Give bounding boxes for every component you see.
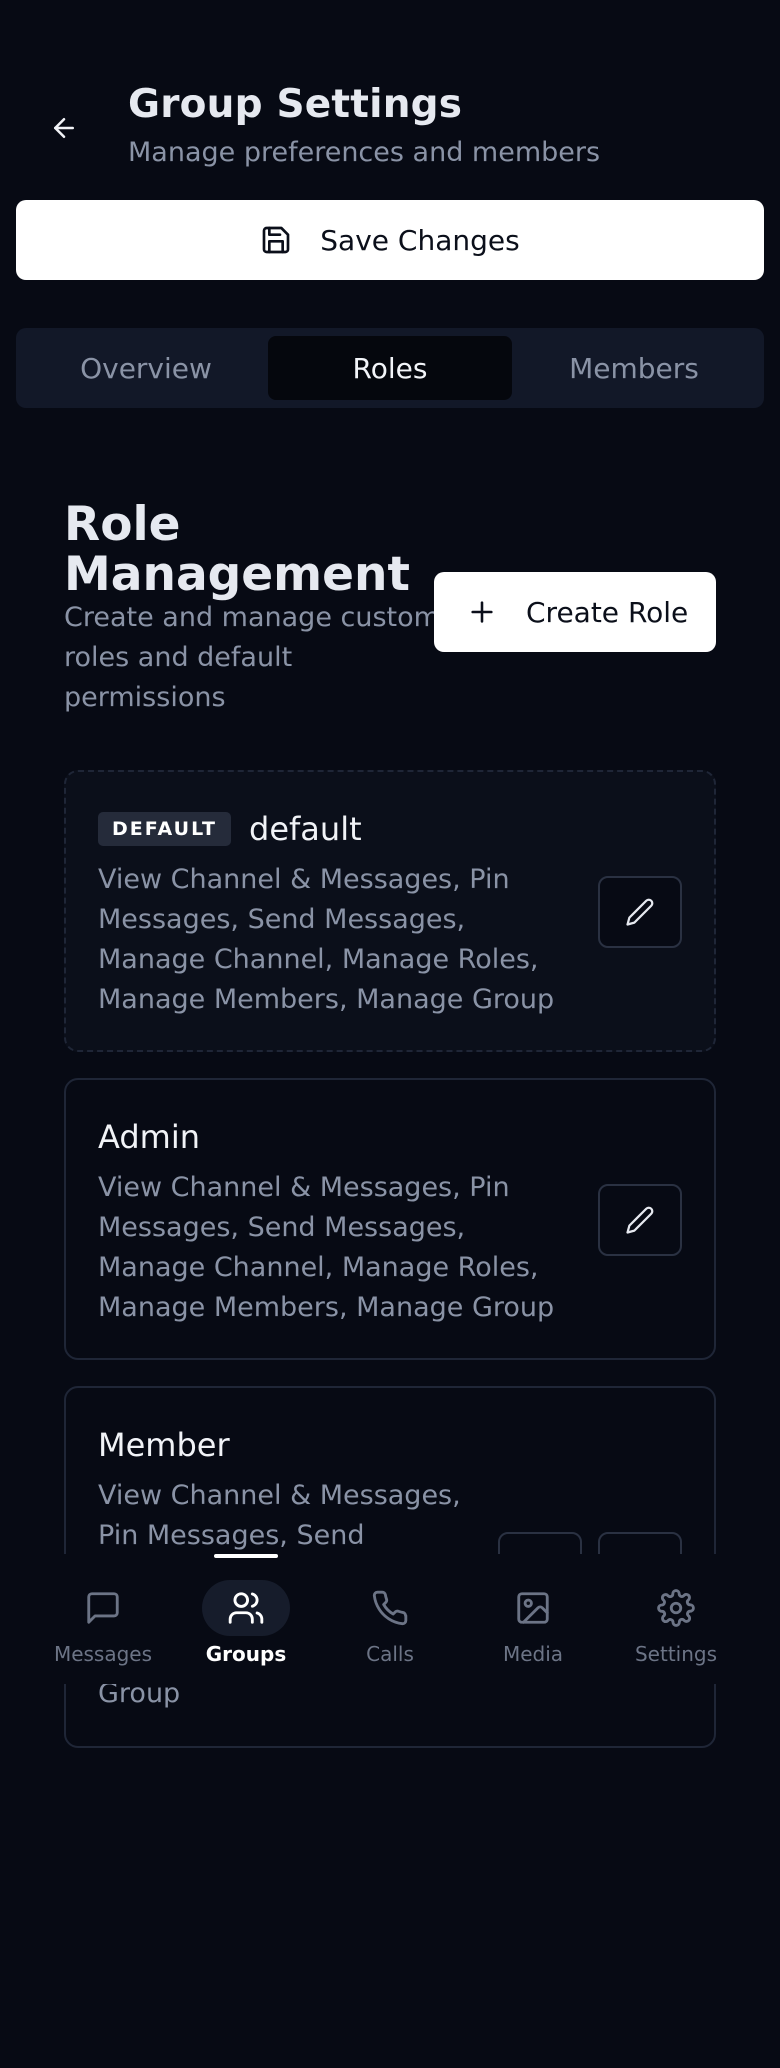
nav-label: Settings (634, 1642, 718, 1666)
nav-calls[interactable]: Calls (325, 1580, 455, 1680)
edit-role-button[interactable] (598, 1184, 682, 1256)
role-permissions: View Channel & Messages, Pin Messages, S… (98, 1172, 555, 1323)
nav-messages[interactable]: Messages (38, 1580, 168, 1680)
role-permissions: View Channel & Messages, Pin Messages, S… (98, 1480, 461, 1551)
nav-icon-container (59, 1580, 147, 1636)
role-name: Member (98, 1426, 230, 1464)
role-card-header: Admin (98, 1118, 200, 1156)
role-permissions: View Channel & Messages, Pin Messages, S… (98, 864, 555, 1015)
tab-roles[interactable]: Roles (268, 336, 512, 400)
message-icon (87, 1592, 119, 1624)
users-icon (228, 1592, 264, 1624)
default-badge: DEFAULT (98, 812, 232, 846)
section-description: Create and manage custom roles and defau… (64, 602, 440, 713)
pencil-icon (626, 1206, 654, 1234)
nav-label: Groups (205, 1642, 287, 1666)
nav-icon-container (489, 1580, 577, 1636)
save-changes-label: Save Changes (320, 223, 520, 257)
back-button[interactable] (40, 104, 88, 152)
group-settings-page: Group Settings Manage preferences and me… (0, 0, 780, 2068)
header: Group Settings Manage preferences and me… (0, 0, 780, 190)
image-icon (517, 1592, 549, 1624)
plus-icon (471, 601, 493, 623)
tab-overview[interactable]: Overview (24, 336, 268, 400)
nav-label: Media (502, 1642, 564, 1666)
nav-icon-container (346, 1580, 434, 1636)
nav-groups[interactable]: Groups (181, 1580, 311, 1680)
active-tab-indicator (214, 1554, 278, 1558)
role-name: Admin (98, 1118, 200, 1156)
role-card-default: DEFAULT default View Channel & Messages,… (64, 770, 716, 1052)
pencil-icon (626, 898, 654, 926)
create-role-button[interactable]: Create Role (434, 572, 716, 652)
page-subtitle: Manage preferences and members (128, 137, 601, 168)
save-changes-button[interactable]: Save Changes (16, 200, 764, 280)
role-name: default (249, 810, 362, 848)
nav-icon-container (632, 1580, 720, 1636)
page-title: Group Settings (128, 82, 463, 127)
role-card-header: Member (98, 1426, 230, 1464)
tab-members[interactable]: Members (512, 336, 756, 400)
nav-icon-container (202, 1580, 290, 1636)
gear-icon (657, 1589, 695, 1627)
bottom-navigation: Messages Groups Calls Media Settings (0, 1554, 780, 1684)
section-title: Role Management (64, 497, 410, 602)
nav-label: Messages (53, 1642, 153, 1666)
edit-role-button[interactable] (598, 876, 682, 948)
nav-settings[interactable]: Settings (611, 1580, 741, 1680)
role-card-admin: Admin View Channel & Messages, Pin Messa… (64, 1078, 716, 1360)
arrow-left-icon (54, 118, 74, 138)
nav-label: Calls (366, 1642, 414, 1666)
role-card-header: DEFAULT default (98, 810, 362, 848)
settings-tabs: Overview Roles Members (16, 328, 764, 408)
phone-icon (372, 1590, 408, 1626)
save-icon (262, 226, 290, 254)
nav-media[interactable]: Media (468, 1580, 598, 1680)
create-role-label: Create Role (526, 595, 689, 629)
